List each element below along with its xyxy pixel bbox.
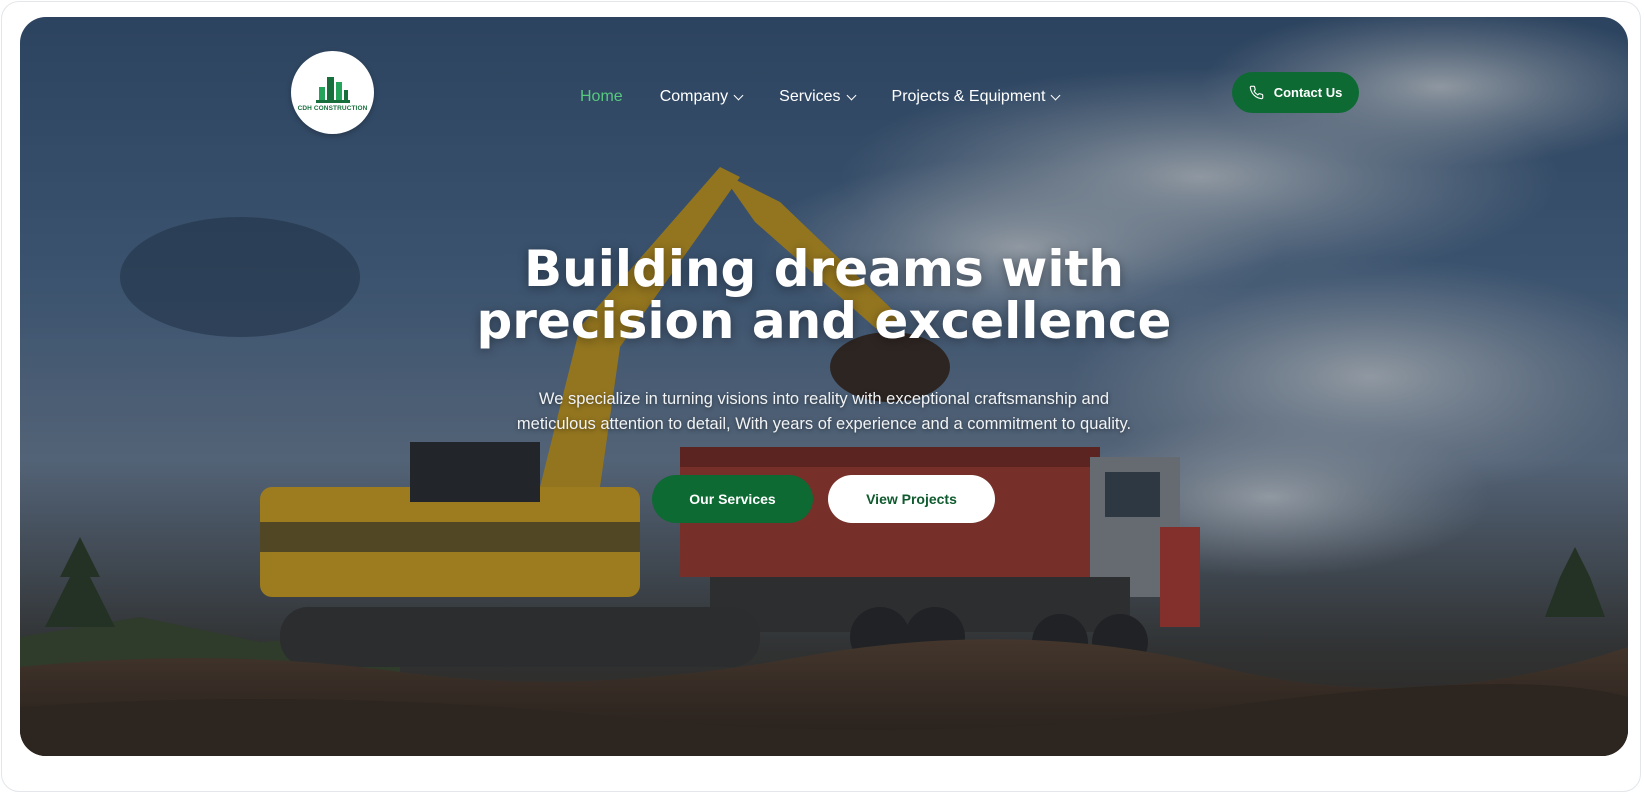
- hero-title-line: precision and excellence: [476, 292, 1172, 350]
- main-nav: Home Company Services Projects & Equipme…: [580, 84, 1096, 110]
- chevron-down-icon: [1050, 90, 1061, 100]
- hero-section: CDH CONSTRUCTION Home Company Services P…: [20, 17, 1628, 756]
- chevron-down-icon: [733, 90, 744, 100]
- nav-item-label: Services: [779, 88, 841, 105]
- hero-title: Building dreams with precision and excel…: [20, 243, 1628, 347]
- view-projects-button[interactable]: View Projects: [828, 475, 995, 523]
- nav-item-company[interactable]: Company: [659, 88, 744, 106]
- contact-us-label: Contact Us: [1273, 85, 1343, 100]
- our-services-label: Our Services: [689, 491, 776, 507]
- contact-us-button[interactable]: Contact Us: [1232, 72, 1359, 113]
- nav-item-projects-equipment[interactable]: Projects & Equipment: [891, 88, 1061, 106]
- chevron-down-icon: [846, 90, 856, 100]
- hero-subtitle: We specialize in turning visions into re…: [424, 387, 1224, 437]
- hero-title-line: Building dreams with: [524, 240, 1124, 298]
- view-projects-label: View Projects: [866, 491, 957, 507]
- our-services-button[interactable]: Our Services: [652, 475, 813, 523]
- nav-item-services[interactable]: Services: [779, 88, 856, 106]
- nav-item-label: Company: [659, 88, 729, 105]
- phone-icon: [1249, 85, 1264, 100]
- building-icon: [315, 77, 350, 103]
- hero-subtitle-line: We specialize in turning visions into re…: [538, 390, 1110, 408]
- nav-item-label: Home: [580, 88, 623, 105]
- hero-subtitle-line: meticulous attention to detail, With yea…: [516, 415, 1132, 433]
- nav-item-home[interactable]: Home: [580, 88, 623, 106]
- logo-text: CDH CONSTRUCTION: [297, 105, 368, 112]
- company-logo[interactable]: CDH CONSTRUCTION: [291, 51, 374, 134]
- nav-item-label: Projects & Equipment: [891, 88, 1046, 105]
